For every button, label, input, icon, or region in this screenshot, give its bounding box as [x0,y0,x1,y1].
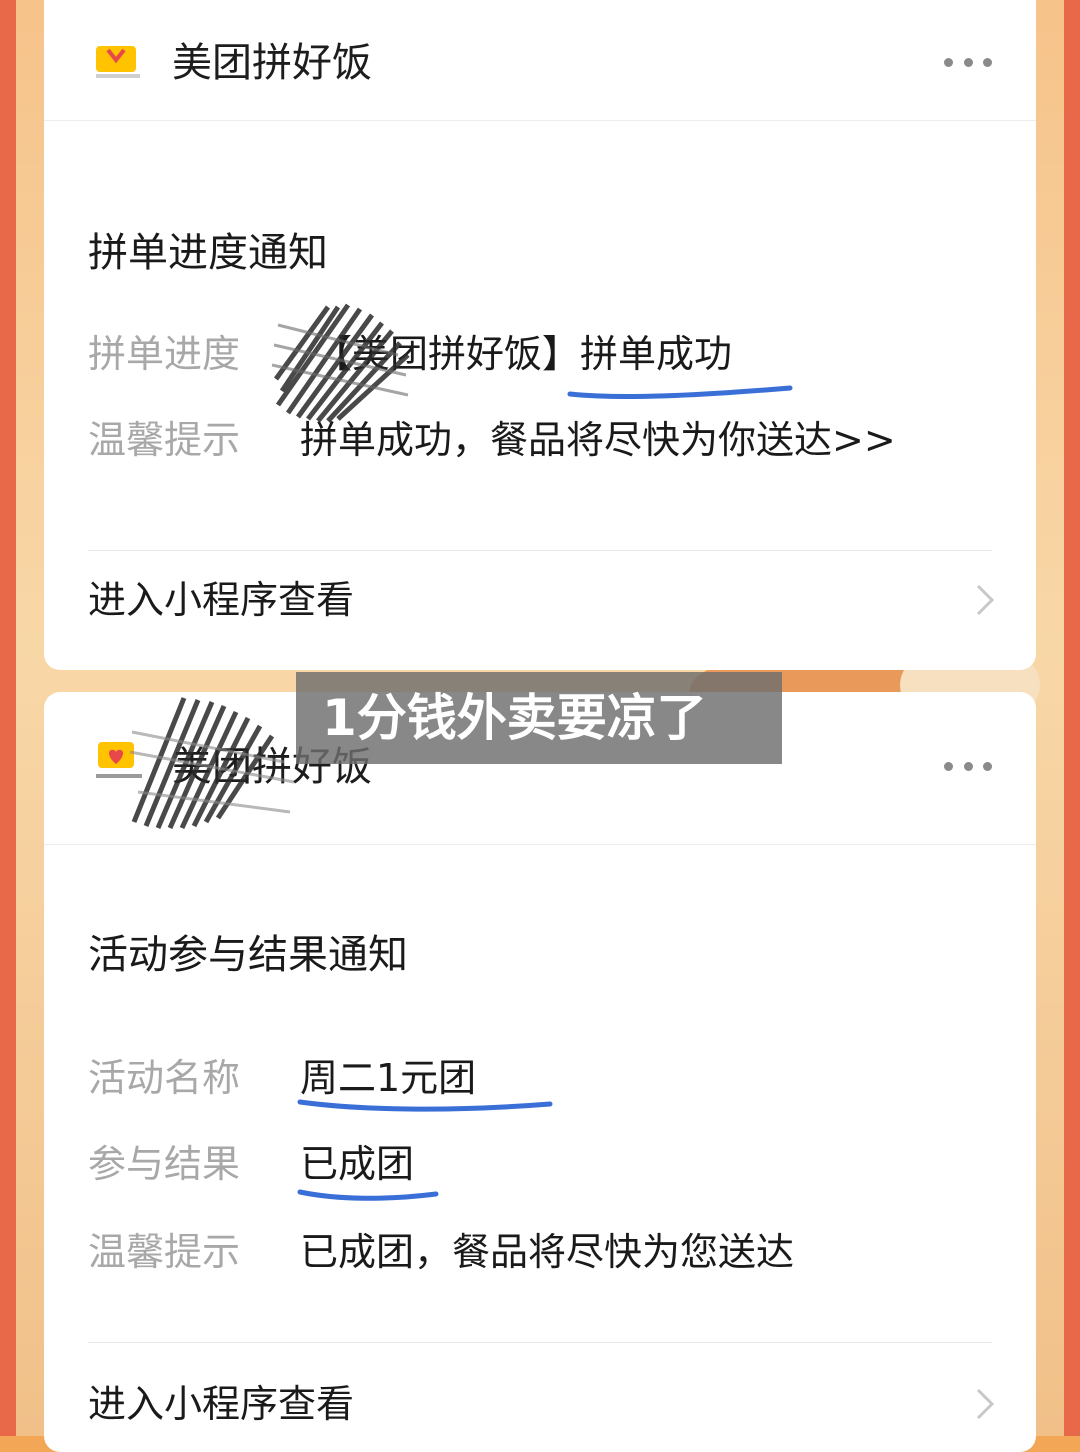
row-value-tip: 已成团，餐品将尽快为您送达 [300,1230,795,1274]
app-logo-icon [96,46,140,78]
link-label: 进入小程序查看 [88,578,355,622]
notice-title: 活动参与结果通知 [88,932,408,978]
card-header: 美团拼好饭 [44,0,1036,121]
caption-text: 1分钱外卖要凉了 [322,689,707,747]
divider [88,550,992,551]
chevron-right-icon [976,1388,995,1420]
more-dots-icon[interactable] [944,50,992,74]
link-label: 进入小程序查看 [88,1382,355,1426]
notification-card: 美团拼好饭 活动参与结果通知 活动名称 周二1元团 参与结果 已成团 温馨提示 … [44,692,1036,1452]
app-logo-icon [96,742,142,778]
divider [88,1342,992,1343]
background-edge-left [0,0,16,1436]
pen-underline [297,1189,439,1201]
row-value-activity: 周二1元团 [300,1056,477,1100]
row-label-tip: 温馨提示 [88,418,241,462]
row-value-result: 已成团 [300,1142,415,1186]
more-dots-icon[interactable] [944,754,992,778]
row-value-tip[interactable]: 拼单成功，餐品将尽快为你送达>> [300,416,896,464]
row-label-activity: 活动名称 [88,1056,241,1100]
app-name: 美团拼好饭 [172,40,372,86]
pen-underline [567,385,793,399]
open-mini-program-link[interactable]: 进入小程序查看 [44,552,1036,652]
row-label-tip: 温馨提示 [88,1230,241,1274]
chevron-right-icon [976,584,995,616]
row-label-result: 参与结果 [88,1142,241,1186]
open-mini-program-link[interactable]: 进入小程序查看 [44,1356,1036,1452]
notice-title: 拼单进度通知 [88,230,328,276]
background-edge-right [1064,0,1080,1436]
row-value-progress: 【美团拼好饭】拼单成功 [314,332,733,376]
row-label-progress: 拼单进度 [88,332,241,376]
notification-card: 美团拼好饭 拼单进度通知 拼单进度 【美团拼好饭】拼单成功 温馨提示 拼单成功，… [44,0,1036,670]
caption-banner: 1分钱外卖要凉了 [296,672,782,764]
